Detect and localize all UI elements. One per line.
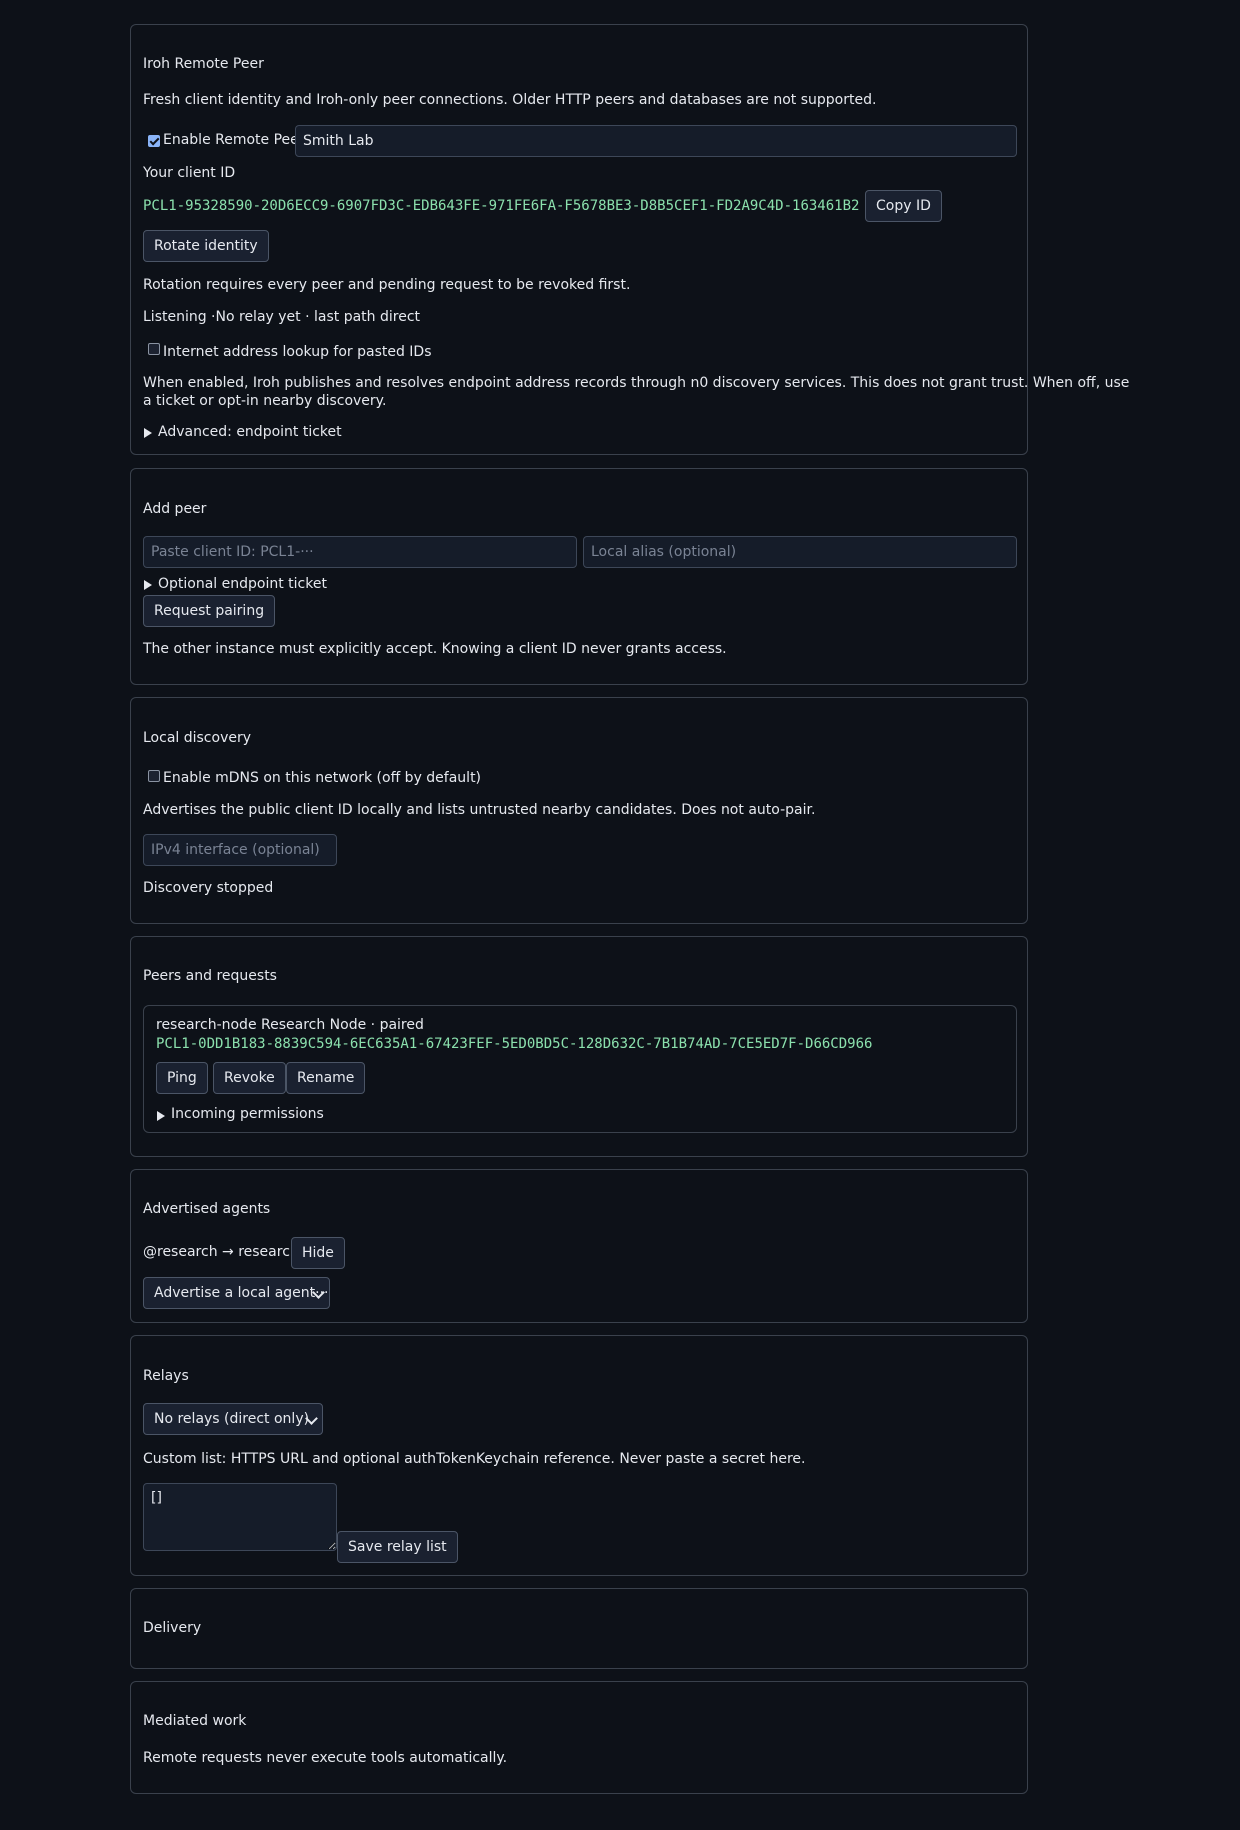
- rename-button[interactable]: Rename: [286, 1062, 366, 1094]
- peers-title: Peers and requests: [143, 968, 277, 984]
- client-id-value: PCL1-95328590-20D6ECC9-6907FD3C-EDB643FE…: [143, 198, 860, 214]
- permissions-disclosure-icon[interactable]: [157, 1111, 165, 1121]
- save-relay-list-button[interactable]: Save relay list: [337, 1531, 458, 1563]
- delivery-card: Delivery: [130, 1588, 1028, 1669]
- peers-card: Peers and requests research-node Researc…: [130, 936, 1028, 1157]
- mdns-label[interactable]: Enable mDNS on this network (off by defa…: [163, 770, 481, 786]
- mediated-work-card: Mediated work Remote requests never exec…: [130, 1681, 1028, 1794]
- copy-id-button[interactable]: Copy ID: [865, 190, 942, 222]
- advertise-agent-select-value: Advertise a local agent···: [154, 1285, 329, 1301]
- relays-note: Custom list: HTTPS URL and optional auth…: [143, 1451, 806, 1467]
- relays-card: Relays No relays (direct only) Custom li…: [130, 1335, 1028, 1576]
- request-pairing-button[interactable]: Request pairing: [143, 595, 276, 627]
- advertised-agents-card: Advertised agents @research → research H…: [130, 1169, 1028, 1323]
- address-lookup-note-line2: a ticket or opt-in nearby discovery.: [143, 393, 387, 409]
- add-peer-title: Add peer: [143, 501, 207, 517]
- mdns-checkbox[interactable]: [148, 770, 160, 782]
- relay-list-textarea[interactable]: []: [143, 1483, 337, 1551]
- mediated-work-title: Mediated work: [143, 1713, 247, 1729]
- local-discovery-card: Local discovery Enable mDNS on this netw…: [130, 697, 1028, 924]
- add-peer-card: Add peer Optional endpoint ticket Reques…: [130, 468, 1028, 685]
- settings-page: Iroh Remote Peer Fresh client identity a…: [0, 0, 1240, 1830]
- peer-heading: research-node Research Node · paired: [156, 1017, 424, 1033]
- ipv4-interface-input[interactable]: [143, 834, 337, 866]
- local-alias-input[interactable]: [583, 536, 1017, 568]
- agent-entry: @research → research: [143, 1244, 299, 1260]
- local-discovery-note: Advertises the public client ID locally …: [143, 802, 816, 818]
- remote-peer-title: Iroh Remote Peer: [143, 56, 264, 72]
- discovery-status: Discovery stopped: [143, 880, 274, 896]
- paste-client-id-input[interactable]: [143, 536, 577, 568]
- endpoint-ticket-disclosure-icon[interactable]: [144, 580, 152, 590]
- remote-peer-description: Fresh client identity and Iroh-only peer…: [143, 92, 877, 108]
- enable-remote-peer-label[interactable]: Enable Remote Peer: [163, 132, 305, 148]
- address-lookup-checkbox[interactable]: [148, 343, 160, 355]
- incoming-permissions-summary[interactable]: Incoming permissions: [171, 1106, 324, 1122]
- rotate-identity-button[interactable]: Rotate identity: [143, 230, 269, 262]
- advertise-agent-select[interactable]: Advertise a local agent···: [143, 1277, 330, 1309]
- advanced-disclosure-icon[interactable]: [144, 428, 152, 438]
- endpoint-ticket-summary[interactable]: Optional endpoint ticket: [158, 576, 327, 592]
- peer-name-input[interactable]: [295, 125, 1017, 157]
- add-peer-note: The other instance must explicitly accep…: [143, 641, 727, 657]
- relay-mode-select[interactable]: No relays (direct only): [143, 1403, 323, 1435]
- hide-agent-button[interactable]: Hide: [291, 1237, 345, 1269]
- mediated-work-note: Remote requests never execute tools auto…: [143, 1750, 508, 1766]
- advanced-ticket-summary[interactable]: Advanced: endpoint ticket: [158, 424, 342, 440]
- connection-status: Listening ·No relay yet · last path dire…: [143, 309, 421, 325]
- relays-title: Relays: [143, 1368, 189, 1384]
- address-lookup-label[interactable]: Internet address lookup for pasted IDs: [163, 344, 432, 360]
- client-id-label: Your client ID: [143, 165, 236, 181]
- rotation-note: Rotation requires every peer and pending…: [143, 277, 631, 293]
- ping-button[interactable]: Ping: [156, 1062, 208, 1094]
- delivery-title: Delivery: [143, 1620, 202, 1636]
- relay-mode-select-value: No relays (direct only): [154, 1411, 310, 1427]
- remote-peer-card: Iroh Remote Peer Fresh client identity a…: [130, 24, 1129, 455]
- peer-client-id: PCL1-0DD1B183-8839C594-6EC635A1-67423FEF…: [156, 1036, 873, 1052]
- advertised-agents-title: Advertised agents: [143, 1201, 271, 1217]
- revoke-button[interactable]: Revoke: [213, 1062, 286, 1094]
- enable-remote-peer-checkbox[interactable]: [148, 135, 160, 147]
- peer-item: research-node Research Node · paired PCL…: [143, 1005, 1017, 1133]
- address-lookup-note-line1: When enabled, Iroh publishes and resolve…: [143, 375, 1130, 391]
- local-discovery-title: Local discovery: [143, 730, 252, 746]
